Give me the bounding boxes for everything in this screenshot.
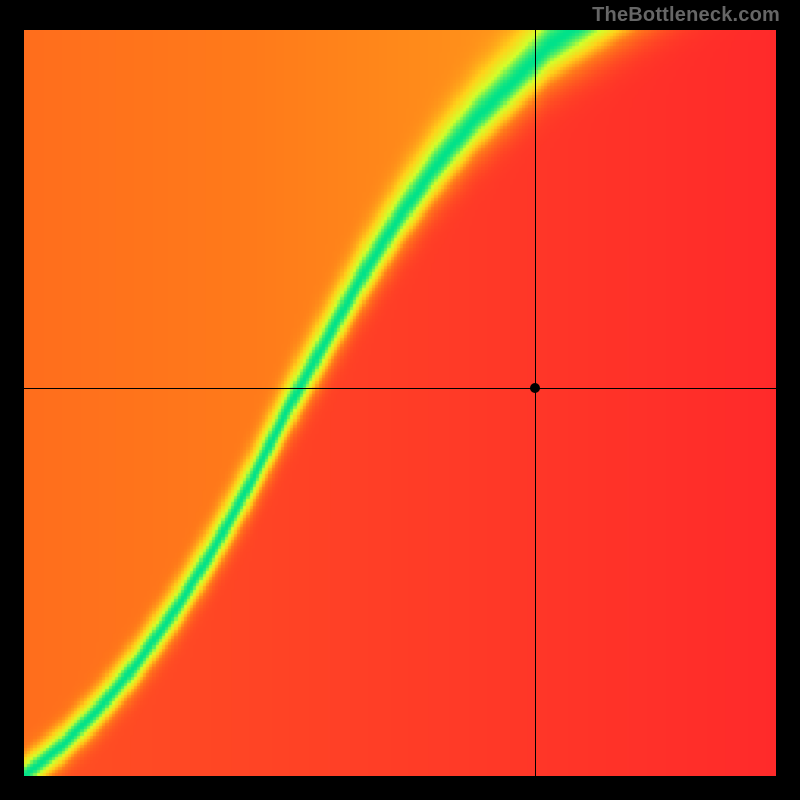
heatmap-canvas bbox=[24, 30, 776, 776]
crosshair-vertical bbox=[535, 30, 536, 776]
plot-area bbox=[24, 30, 776, 776]
crosshair-horizontal bbox=[24, 388, 776, 389]
chart-frame: TheBottleneck.com bbox=[0, 0, 800, 800]
watermark-label: TheBottleneck.com bbox=[592, 4, 780, 27]
